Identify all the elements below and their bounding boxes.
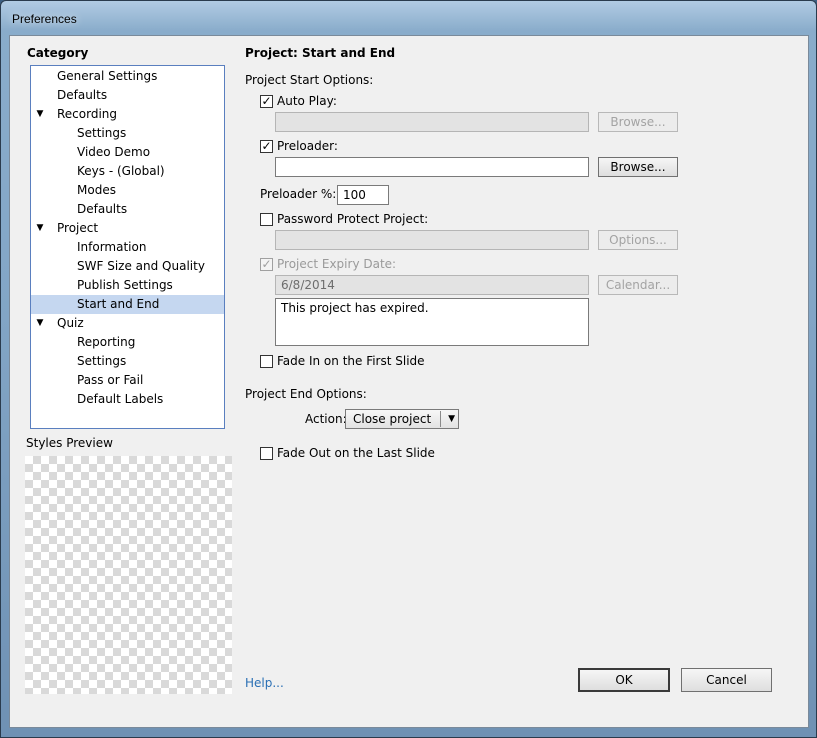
tree-item-label: Settings [77, 126, 127, 140]
tree-item-recording[interactable]: ▼ Recording [31, 105, 224, 124]
styles-preview-area [25, 456, 232, 694]
auto-play-checkbox[interactable]: ✓ [260, 95, 273, 108]
tree-item-label: Quiz [57, 316, 84, 330]
preloader-path-field[interactable] [275, 157, 589, 177]
tree-item-label: Reporting [77, 335, 136, 349]
tree-item-label: Keys - (Global) [77, 164, 165, 178]
fade-in-checkbox[interactable] [260, 355, 273, 368]
expiry-date-field[interactable]: 6/8/2014 [275, 275, 589, 295]
tree-item-label: Pass or Fail [77, 373, 144, 387]
tree-item-label: Defaults [77, 202, 128, 216]
ok-button[interactable]: OK [578, 668, 670, 692]
tree-item-label: General Settings [57, 69, 158, 83]
password-protect-label: Password Protect Project: [277, 212, 429, 226]
cancel-button[interactable]: Cancel [681, 668, 772, 692]
tree-item-label: Recording [57, 107, 118, 121]
password-protect-checkbox[interactable] [260, 213, 273, 226]
tree-item-video-demo[interactable]: Video Demo [31, 143, 224, 162]
tree-item-keys-global[interactable]: Keys - (Global) [31, 162, 224, 181]
tree-item-information[interactable]: Information [31, 238, 224, 257]
chevron-down-icon: ▼ [448, 414, 455, 424]
tree-item-defaults[interactable]: Defaults [31, 200, 224, 219]
tree-item-pass-or-fail[interactable]: Pass or Fail [31, 371, 224, 390]
preferences-window: Preferences Category General Settings Def… [0, 0, 817, 738]
tree-item-default-labels[interactable]: Default Labels [31, 390, 224, 409]
fade-in-label: Fade In on the First Slide [277, 354, 425, 368]
window-title: Preferences [12, 12, 77, 26]
auto-play-path-field[interactable] [275, 112, 589, 132]
expiry-date-label: Project Expiry Date: [277, 257, 397, 271]
fade-out-label: Fade Out on the Last Slide [277, 446, 435, 460]
expiry-date-checkbox[interactable]: ✓ [260, 258, 273, 271]
action-label: Action: [305, 412, 347, 426]
fade-out-checkbox[interactable] [260, 447, 273, 460]
preloader-checkbox[interactable]: ✓ [260, 140, 273, 153]
tree-item-label: Video Demo [77, 145, 151, 159]
preloader-percent-label: Preloader %: [260, 187, 337, 201]
password-options-button[interactable]: Options... [598, 230, 678, 250]
start-options-label: Project Start Options: [245, 73, 374, 87]
title-bar[interactable]: Preferences [1, 1, 816, 35]
page-title: Project: Start and End [245, 46, 396, 60]
end-options-label: Project End Options: [245, 387, 367, 401]
preloader-browse-button[interactable]: Browse... [598, 157, 678, 177]
tree-item-publish-settings[interactable]: Publish Settings [31, 276, 224, 295]
tree-item-label: Start and End [77, 297, 160, 311]
tree-item-label: Project [57, 221, 99, 235]
preloader-percent-field[interactable]: 100 [337, 185, 389, 205]
auto-play-label: Auto Play: [277, 94, 337, 108]
tree-item-settings[interactable]: Settings [31, 352, 224, 371]
tree-item-label: SWF Size and Quality [77, 259, 205, 273]
tree-item-reporting[interactable]: Reporting [31, 333, 224, 352]
dialog-body: Category General Settings Defaults ▼ Record… [9, 35, 809, 728]
tree-item-defaults[interactable]: Defaults [31, 86, 224, 105]
preloader-label: Preloader: [277, 139, 338, 153]
auto-play-browse-button[interactable]: Browse... [598, 112, 678, 132]
tree-item-quiz[interactable]: ▼ Quiz [31, 314, 224, 333]
dropdown-separator [440, 411, 441, 427]
tree-item-label: Default Labels [77, 392, 164, 406]
help-link[interactable]: Help... [245, 676, 284, 690]
expiry-message-textarea[interactable]: This project has expired. [275, 298, 589, 346]
styles-preview-label: Styles Preview [26, 436, 113, 450]
expand-arrow-icon[interactable]: ▼ [34, 314, 46, 333]
tree-item-settings[interactable]: Settings [31, 124, 224, 143]
tree-item-general-settings[interactable]: General Settings [31, 67, 224, 86]
expand-arrow-icon[interactable]: ▼ [34, 219, 46, 238]
tree-item-modes[interactable]: Modes [31, 181, 224, 200]
tree-item-start-and-end[interactable]: Start and End [31, 295, 224, 314]
password-field[interactable] [275, 230, 589, 250]
action-dropdown[interactable]: Close project ▼ [345, 409, 459, 429]
tree-item-project[interactable]: ▼ Project [31, 219, 224, 238]
category-heading: Category [27, 46, 89, 60]
tree-item-label: Information [77, 240, 147, 254]
tree-item-label: Settings [77, 354, 127, 368]
tree-item-label: Publish Settings [77, 278, 173, 292]
category-tree[interactable]: General Settings Defaults ▼ Recording Settin… [30, 65, 225, 429]
tree-item-label: Modes [77, 183, 116, 197]
expand-arrow-icon[interactable]: ▼ [34, 105, 46, 124]
tree-item-swf-size-and-quality[interactable]: SWF Size and Quality [31, 257, 224, 276]
action-dropdown-value: Close project [353, 412, 432, 426]
tree-item-label: Defaults [57, 88, 108, 102]
calendar-button[interactable]: Calendar... [598, 275, 678, 295]
